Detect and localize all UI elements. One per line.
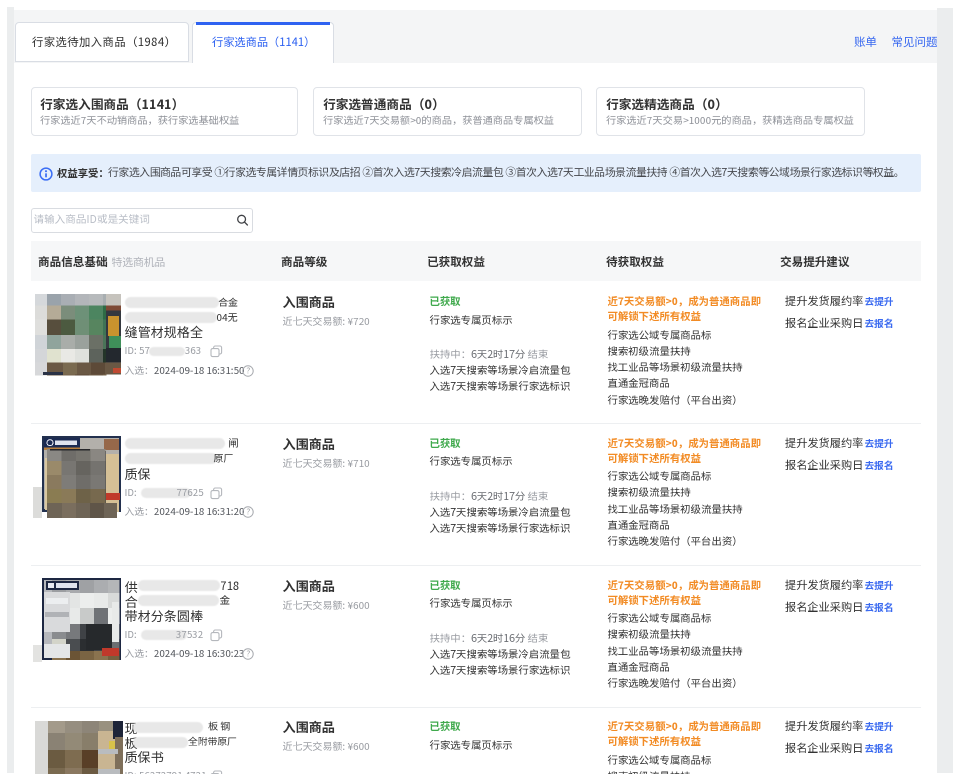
- svg-text:?: ?: [246, 365, 250, 376]
- svg-text:?: ?: [246, 649, 250, 660]
- svg-text:?: ?: [246, 507, 250, 518]
